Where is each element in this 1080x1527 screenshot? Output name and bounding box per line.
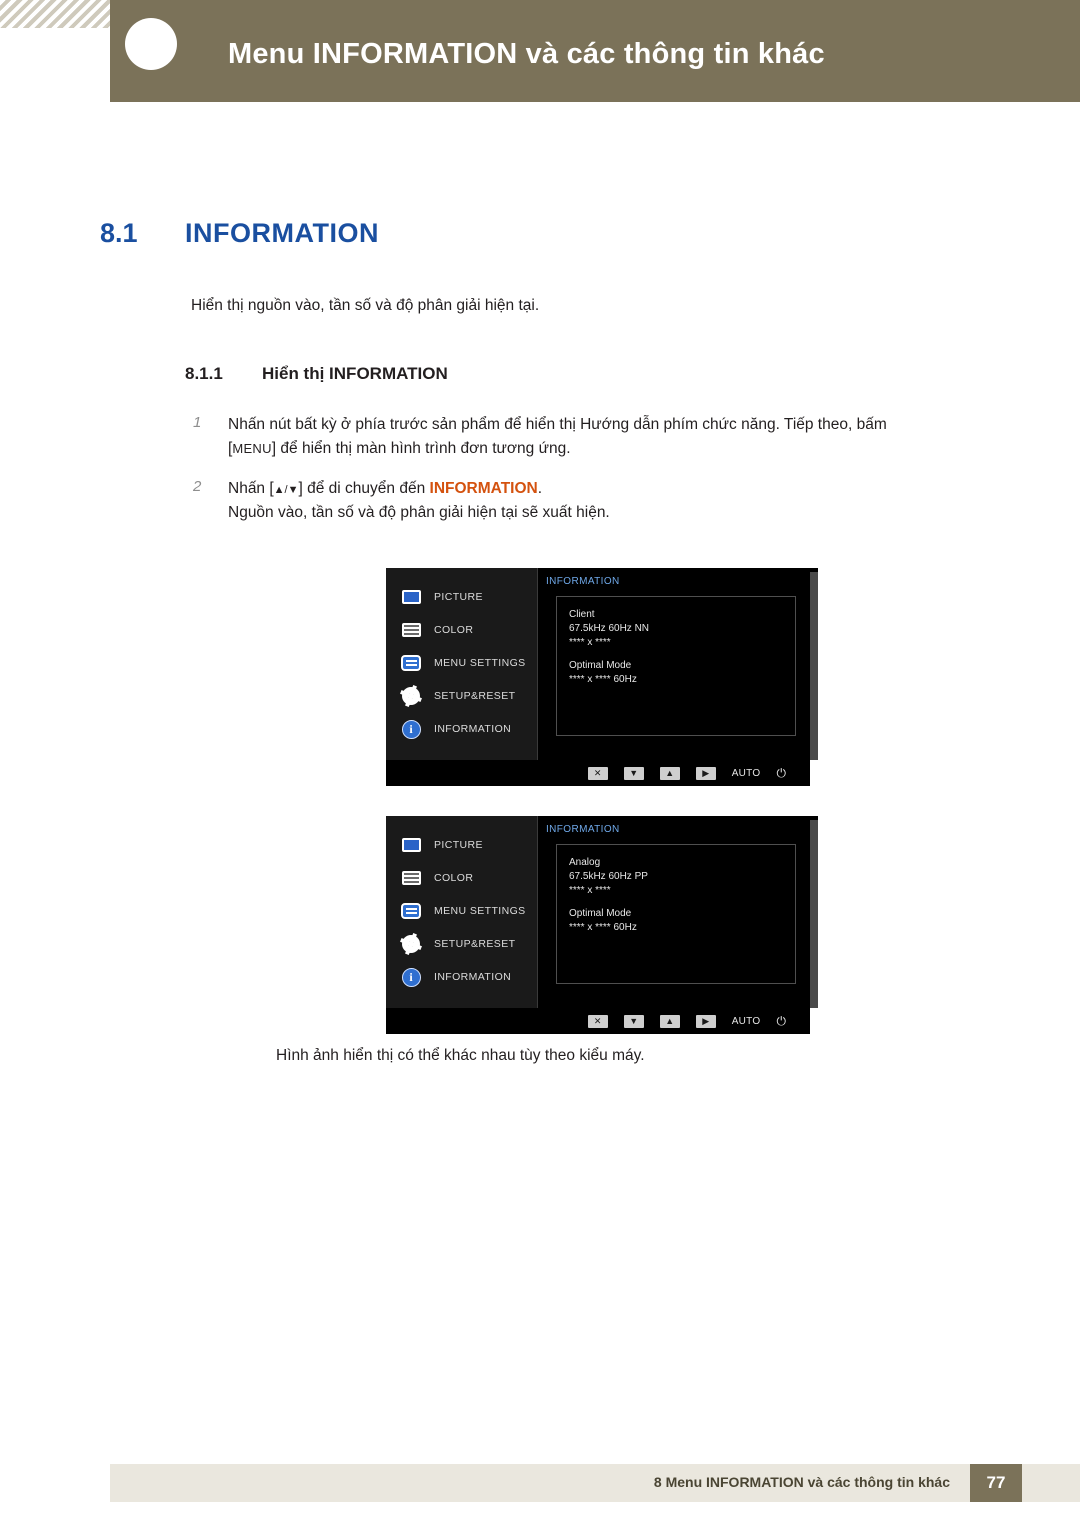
osd-menu-label: INFORMATION [434, 723, 512, 735]
osd-menu-item-setup-reset[interactable]: SETUP&RESET [400, 931, 515, 957]
osd-menu-item-information[interactable]: i INFORMATION [400, 716, 511, 742]
sliders-icon [400, 620, 422, 640]
gear-icon [400, 934, 422, 954]
osd-menu-label: PICTURE [434, 591, 483, 603]
osd-button-bar: ✕ ▼ ▲ ▶ AUTO ⏻ [386, 760, 810, 786]
osd-menu-label: MENU SETTINGS [434, 657, 526, 669]
updown-keys-label: ▲/▼ [273, 484, 299, 496]
section-title: INFORMATION [185, 218, 379, 248]
osd-optimal-label: Optimal Mode [569, 908, 632, 919]
osd-menu-label: COLOR [434, 624, 474, 636]
osd-menu-label: SETUP&RESET [434, 938, 516, 950]
page-header: Menu INFORMATION và các thông tin khác [0, 0, 1080, 102]
osd-close-button[interactable]: ✕ [587, 766, 608, 780]
header-stripe-decoration [0, 0, 110, 28]
osd-enter-button[interactable]: ▶ [695, 1014, 716, 1028]
osd-down-button[interactable]: ▼ [623, 1014, 644, 1028]
osd-menu-label: INFORMATION [434, 971, 512, 983]
osd-mockup-analog: PICTURE COLOR MENU SETTINGS SETUP&RESET … [386, 816, 818, 1034]
info-icon: i [400, 967, 422, 987]
osd-menu-list: PICTURE COLOR MENU SETTINGS SETUP&RESET … [386, 568, 538, 760]
osd-resolution-line: **** x **** [569, 637, 611, 648]
header-circle-icon [125, 18, 177, 70]
step-2-line1-b: ] để di chuyển đến [298, 480, 430, 497]
step-1-line2-rest: ] để hiển thị màn hình trình đơn tương ứ… [271, 440, 571, 458]
osd-tab-title: INFORMATION [546, 824, 620, 835]
step-1-text: Nhấn nút bất kỳ ở phía trước sản phẩm để… [228, 413, 1018, 461]
osd-button-bar: ✕ ▼ ▲ ▶ AUTO ⏻ [386, 1008, 810, 1034]
gear-icon [400, 686, 422, 706]
osd-menu-item-picture[interactable]: PICTURE [400, 584, 483, 610]
subsection-number: 8.1.1 [185, 364, 223, 383]
header-left-fill [0, 28, 110, 102]
osd-close-button[interactable]: ✕ [587, 1014, 608, 1028]
osd-menu-item-color[interactable]: COLOR [400, 617, 473, 643]
osd-shadow [810, 572, 818, 760]
menu-settings-icon [400, 901, 422, 921]
osd-enter-button[interactable]: ▶ [695, 766, 716, 780]
osd-shadow [810, 820, 818, 1008]
menu-key-label: MENU [232, 441, 272, 457]
sliders-icon [400, 868, 422, 888]
footer-text: 8 Menu INFORMATION và các thông tin khác [653, 1474, 950, 1490]
subsection-title: Hiển thị INFORMATION [262, 364, 448, 383]
osd-menu-label: MENU SETTINGS [434, 905, 526, 917]
step-2-line1-c: . [537, 480, 543, 497]
osd-menu-label: COLOR [434, 872, 474, 884]
osd-menu-item-color[interactable]: COLOR [400, 865, 473, 891]
osd-body: PICTURE COLOR MENU SETTINGS SETUP&RESET … [386, 568, 818, 760]
osd-power-button[interactable]: ⏻ [777, 766, 787, 781]
osd-down-button[interactable]: ▼ [623, 766, 644, 780]
osd-mockup-client: PICTURE COLOR MENU SETTINGS SETUP&RESET … [386, 568, 818, 786]
osd-auto-button[interactable]: AUTO [732, 768, 761, 779]
osd-auto-button[interactable]: AUTO [732, 1016, 761, 1027]
step-1-number: 1 [193, 414, 202, 431]
osd-resolution-line: **** x **** [569, 885, 611, 896]
osd-menu-item-picture[interactable]: PICTURE [400, 832, 483, 858]
page-title: Menu INFORMATION và các thông tin khác [228, 38, 825, 70]
osd-detail-panel: INFORMATION Analog 67.5kHz 60Hz PP **** … [538, 816, 810, 1008]
info-icon: i [400, 719, 422, 739]
osd-menu-list: PICTURE COLOR MENU SETTINGS SETUP&RESET … [386, 816, 538, 1008]
osd-frequency-line: 67.5kHz 60Hz NN [569, 623, 650, 634]
monitor-icon [400, 835, 422, 855]
osd-optimal-label: Optimal Mode [569, 660, 632, 671]
osd-info-box: Analog 67.5kHz 60Hz PP **** x **** Optim… [556, 844, 796, 984]
osd-menu-label: PICTURE [434, 839, 483, 851]
page-number: 77 [970, 1464, 1022, 1502]
step-2-text: Nhấn [▲/▼] để di chuyển đến INFORMATION.… [228, 477, 1018, 525]
figure-caption: Hình ảnh hiển thị có thể khác nhau tùy t… [276, 1047, 645, 1064]
step-2-number: 2 [193, 478, 202, 495]
osd-tab-title: INFORMATION [546, 576, 620, 587]
osd-up-button[interactable]: ▲ [659, 1014, 680, 1028]
osd-menu-item-menu-settings[interactable]: MENU SETTINGS [400, 650, 526, 676]
osd-body: PICTURE COLOR MENU SETTINGS SETUP&RESET … [386, 816, 818, 1008]
osd-menu-item-setup-reset[interactable]: SETUP&RESET [400, 683, 515, 709]
osd-optimal-value: **** x **** 60Hz [569, 922, 637, 933]
osd-optimal-value: **** x **** 60Hz [569, 674, 637, 685]
osd-info-box: Client 67.5kHz 60Hz NN **** x **** Optim… [556, 596, 796, 736]
osd-source-line: Client [569, 609, 595, 620]
information-highlight: INFORMATION [429, 480, 538, 497]
step-2-line1-a: Nhấn [ [228, 480, 274, 497]
osd-detail-panel: INFORMATION Client 67.5kHz 60Hz NN **** … [538, 568, 810, 760]
document-page: Menu INFORMATION và các thông tin khác 8… [0, 0, 1080, 1527]
menu-settings-icon [400, 653, 422, 673]
step-1-line1: Nhấn nút bất kỳ ở phía trước sản phẩm để… [228, 416, 887, 433]
osd-power-button[interactable]: ⏻ [777, 1014, 787, 1029]
osd-menu-item-menu-settings[interactable]: MENU SETTINGS [400, 898, 526, 924]
section-intro: Hiển thị nguồn vào, tần số và độ phân gi… [191, 297, 540, 314]
osd-source-line: Analog [569, 857, 601, 868]
section-number: 8.1 [100, 218, 138, 248]
osd-menu-label: SETUP&RESET [434, 690, 516, 702]
monitor-icon [400, 587, 422, 607]
step-2-line2: Nguồn vào, tần số và độ phân giải hiện t… [228, 504, 610, 522]
osd-menu-item-information[interactable]: i INFORMATION [400, 964, 511, 990]
osd-frequency-line: 67.5kHz 60Hz PP [569, 871, 648, 882]
osd-up-button[interactable]: ▲ [659, 766, 680, 780]
